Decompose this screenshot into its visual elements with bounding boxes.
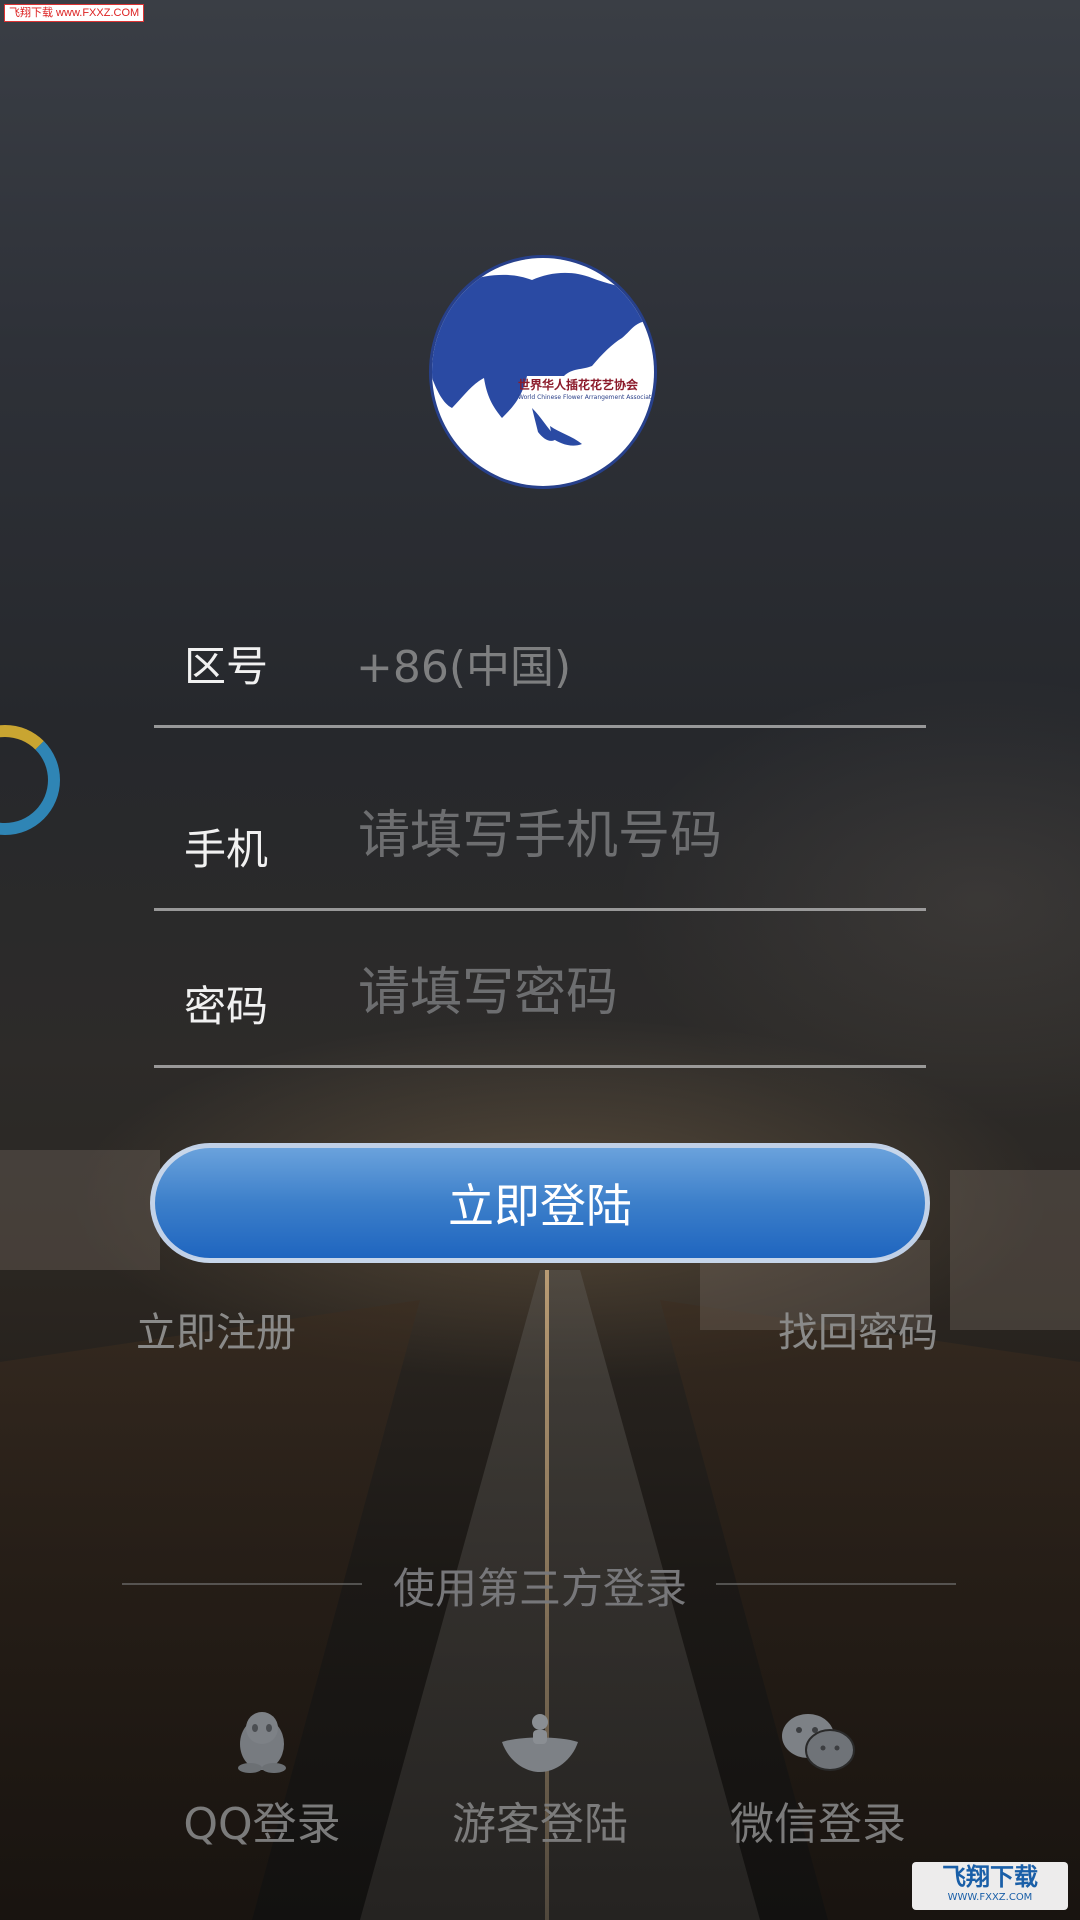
qq-penguin-icon	[238, 1712, 286, 1773]
logo-title: 世界华人插花花艺协会	[518, 378, 639, 392]
phone-field: 手机	[154, 728, 926, 911]
globe-map-icon	[432, 272, 654, 446]
register-link[interactable]: 立即注册	[136, 1300, 296, 1358]
guest-login-button[interactable]: 游客登陆	[430, 1710, 650, 1852]
wechat-login-label: 微信登录	[730, 1799, 906, 1850]
password-input[interactable]	[356, 957, 900, 1029]
wechat-icon	[782, 1714, 855, 1771]
phone-input[interactable]	[356, 800, 900, 872]
logo-subtitle: World Chinese Flower Arrangement Associa…	[518, 394, 654, 401]
forgot-password-link[interactable]: 找回密码	[778, 1300, 938, 1358]
region-code-value[interactable]: +86(中国)	[356, 631, 571, 695]
qq-login-label: QQ登录	[183, 1799, 341, 1850]
association-logo: 世界华人插花花艺协会 World Chinese Flower Arrangem…	[432, 258, 654, 486]
qq-login-button[interactable]: QQ登录	[152, 1710, 372, 1852]
phone-label: 手机	[184, 825, 269, 874]
password-field: 密码	[154, 885, 926, 1068]
password-label: 密码	[184, 982, 269, 1031]
wechat-login-button[interactable]: 微信登录	[708, 1710, 928, 1852]
background-building	[0, 1150, 160, 1270]
third-party-title: 使用第三方登录	[392, 1564, 687, 1613]
watermark-bottom-url: WWW.FXXZ.COM	[947, 1892, 1033, 1903]
watermark-top: 飞翔下载 www.FXXZ.COM	[4, 4, 145, 22]
background-building	[950, 1170, 1080, 1330]
login-button[interactable]: 立即登陆	[150, 1143, 930, 1263]
guest-login-label: 游客登陆	[452, 1799, 628, 1850]
watermark-bottom-title: 飞翔下载	[942, 1863, 1038, 1891]
watermark-bottom: 飞翔下载 WWW.FXXZ.COM	[912, 1862, 1068, 1910]
region-code-field[interactable]: 区号 +86(中国)	[154, 545, 926, 728]
guest-icon	[502, 1714, 578, 1772]
region-code-label: 区号	[184, 642, 269, 691]
